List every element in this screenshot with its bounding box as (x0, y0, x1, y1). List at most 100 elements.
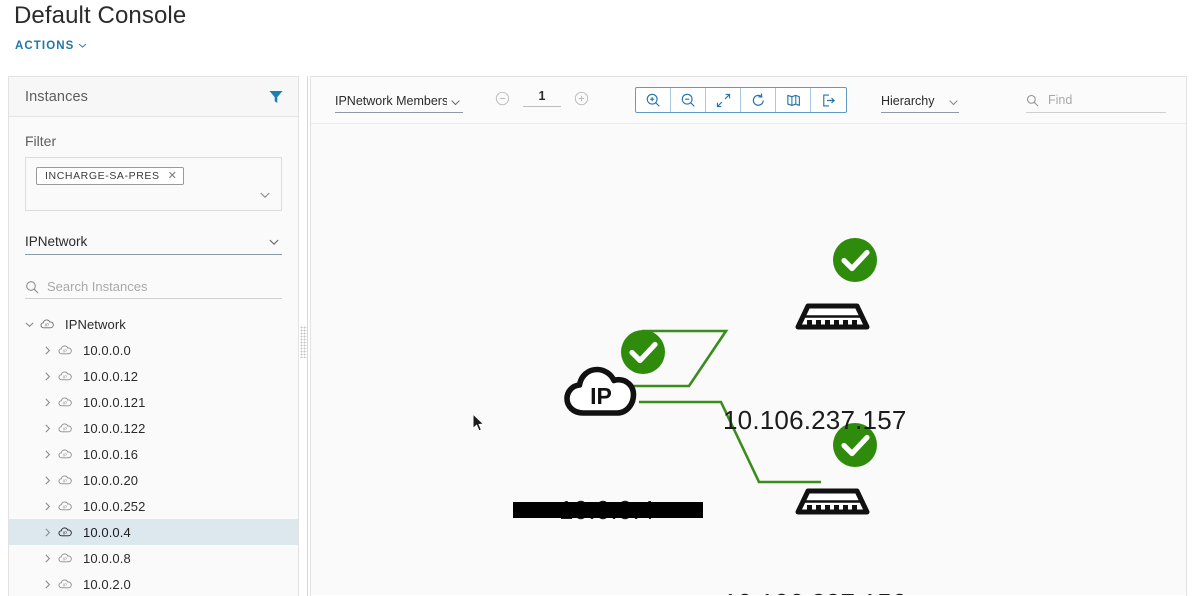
tree-item-label: 10.0.0.0 (83, 342, 131, 358)
topology-toolbar: IPNetwork Membersl 1 Hierarchy Find (311, 77, 1186, 124)
tree-items-container: IP 10.0.0.0 IP 10.0.0.12 IP 10.0.0.121 IP 10.0.… (9, 337, 298, 596)
chevron-down-icon (268, 235, 280, 247)
minus-circle-icon[interactable] (495, 91, 510, 106)
chevron-right-icon[interactable] (39, 472, 55, 488)
topology-node-cloud: IP (564, 330, 665, 416)
close-icon[interactable]: ✕ (168, 170, 178, 182)
plus-circle-icon[interactable] (574, 91, 589, 106)
find-row[interactable] (1026, 88, 1166, 113)
svg-text:IP: IP (63, 426, 67, 431)
chevron-down-icon (948, 95, 959, 106)
tree-item-label: 10.0.0.16 (83, 446, 139, 462)
tree-item-10.0.0.16[interactable]: IP 10.0.0.16 (9, 441, 298, 467)
search-icon (1026, 94, 1039, 107)
svg-text:IP: IP (63, 582, 67, 587)
tree-item-10.0.0.122[interactable]: IP 10.0.0.122 (9, 415, 298, 441)
layout-select[interactable]: Hierarchy (881, 89, 959, 113)
tree-item-label: 10.0.0.122 (83, 420, 146, 436)
zoom-in-button[interactable] (636, 88, 671, 112)
filter-token[interactable]: INCHARGE-SA-PRES ✕ (36, 167, 185, 185)
tree-item-10.0.0.8[interactable]: IP 10.0.0.8 (9, 545, 298, 571)
find-input[interactable] (1048, 93, 1166, 107)
instances-panel: Instances Filter INCHARGE-SA-PRES ✕ IPNe… (8, 76, 299, 596)
app-root: Default Console ACTIONS Instances Filter… (0, 0, 1195, 596)
ip-cloud-icon: IP (57, 471, 75, 489)
page-title: Default Console (14, 2, 187, 29)
chevron-down-icon (78, 41, 87, 50)
ip-cloud-icon: IP (57, 419, 75, 437)
map-button[interactable] (776, 88, 811, 112)
ip-cloud-icon: IP (57, 575, 75, 593)
svg-text:IP: IP (63, 478, 67, 483)
topology-node-switch-2 (795, 423, 877, 515)
filter-label: Filter (25, 133, 57, 149)
tree-item-10.0.0.0[interactable]: IP 10.0.0.0 (9, 337, 298, 363)
svg-text:IP: IP (45, 322, 49, 327)
export-button[interactable] (811, 88, 846, 112)
zoom-out-button[interactable] (671, 88, 706, 112)
ip-cloud-icon: IP (39, 315, 57, 333)
chevron-right-icon[interactable] (39, 394, 55, 410)
topology-node-label-switch-1[interactable]: 10.106.237.157 (723, 405, 907, 436)
tree-item-10.0.0.20[interactable]: IP 10.0.0.20 (9, 467, 298, 493)
chevron-right-icon[interactable] (39, 446, 55, 462)
class-select[interactable]: IPNetwork (25, 229, 282, 255)
chevron-down-icon (450, 95, 461, 106)
sidebar-splitter[interactable] (299, 76, 308, 596)
chevron-right-icon[interactable] (39, 576, 55, 592)
tree-item-10.0.0.4[interactable]: IP 10.0.0.4 (9, 519, 298, 545)
check-badge-icon (833, 238, 877, 282)
ip-cloud-icon: IP (57, 393, 75, 411)
fit-screen-button[interactable] (706, 88, 741, 112)
svg-text:IP: IP (63, 530, 67, 535)
tree-item-label: 10.0.0.12 (83, 368, 139, 384)
chevron-down-icon[interactable] (21, 316, 37, 332)
instances-tree: IP IPNetwork IP 10.0.0.0 IP 10.0.0.12 IP 10.0… (9, 311, 298, 596)
tree-root-ipnetwork[interactable]: IP IPNetwork (9, 311, 298, 337)
selection-bar (513, 502, 703, 518)
chevron-right-icon[interactable] (39, 368, 55, 384)
level-value[interactable]: 1 (523, 89, 561, 107)
actions-menu-button[interactable]: ACTIONS (15, 40, 87, 52)
funnel-icon[interactable] (268, 89, 284, 105)
topology-node-label-switch-2[interactable]: 10.106.237.156 (723, 588, 907, 595)
view-select[interactable]: IPNetwork Membersl (335, 89, 463, 113)
level-stepper: 1 (495, 89, 589, 107)
tree-item-10.0.0.252[interactable]: IP 10.0.0.252 (9, 493, 298, 519)
search-instances-row[interactable] (25, 275, 282, 299)
topology-canvas[interactable]: IP 10.106.237.157 10.106.237.156 10.0.0.… (311, 124, 1186, 595)
ip-cloud-icon: IP (57, 497, 75, 515)
ip-cloud-icon: IP (57, 523, 75, 541)
instances-panel-header: Instances (9, 77, 298, 117)
tree-item-10.0.0.121[interactable]: IP 10.0.0.121 (9, 389, 298, 415)
tree-item-label: 10.0.2.0 (83, 576, 131, 592)
ip-cloud-icon: IP (57, 445, 75, 463)
svg-text:IP: IP (63, 504, 67, 509)
tree-item-label: 10.0.0.252 (83, 498, 146, 514)
chevron-right-icon[interactable] (39, 420, 55, 436)
chevron-right-icon[interactable] (39, 498, 55, 514)
check-badge-icon (621, 330, 665, 374)
topology-node-switch-1 (795, 238, 877, 330)
chevron-right-icon[interactable] (39, 550, 55, 566)
filter-token-label: INCHARGE-SA-PRES (45, 170, 160, 182)
ip-cloud-icon: IP (57, 341, 75, 359)
svg-text:IP: IP (63, 374, 67, 379)
layout-select-value: Hierarchy (881, 93, 935, 108)
chevron-right-icon[interactable] (39, 524, 55, 540)
search-icon (25, 280, 39, 294)
drag-handle-icon[interactable] (300, 326, 307, 358)
filter-token-field[interactable]: INCHARGE-SA-PRES ✕ (25, 157, 282, 211)
tree-item-10.0.0.12[interactable]: IP 10.0.0.12 (9, 363, 298, 389)
tree-item-10.0.2.0[interactable]: IP 10.0.2.0 (9, 571, 298, 596)
chevron-down-icon[interactable] (259, 188, 271, 200)
splitter-rule (307, 76, 308, 596)
tree-root-label: IPNetwork (65, 316, 126, 332)
svg-text:IP: IP (63, 556, 67, 561)
svg-text:IP: IP (63, 452, 67, 457)
refresh-button[interactable] (741, 88, 776, 112)
search-input[interactable] (47, 279, 282, 294)
actions-menu-label: ACTIONS (15, 40, 75, 52)
chevron-right-icon[interactable] (39, 342, 55, 358)
class-select-value: IPNetwork (25, 234, 88, 249)
